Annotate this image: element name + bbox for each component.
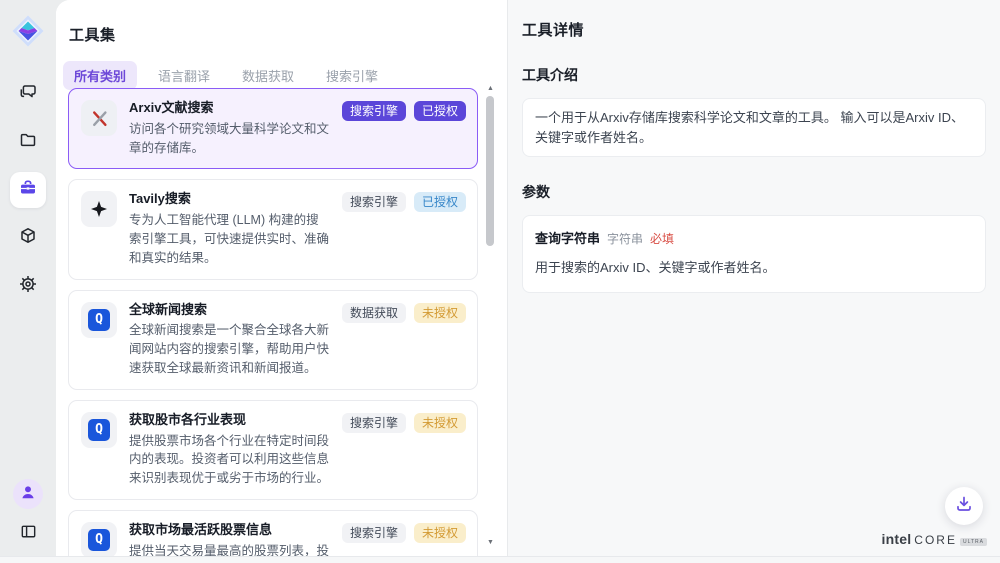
auth-badge: 已授权 <box>414 192 466 212</box>
tool-card[interactable]: Q 获取市场最活跃股票信息 提供当天交易量最高的股票列表，投资者可以利用这些信息… <box>68 510 478 556</box>
intro-box: 一个用于从Arxiv存储库搜索科学论文和文章的工具。 输入可以是Arxiv ID… <box>522 98 986 157</box>
category-badge: 搜索引擎 <box>342 192 406 212</box>
nav-chat[interactable] <box>10 76 46 112</box>
auth-badge: 未授权 <box>414 413 466 433</box>
param-box: 查询字符串 字符串 必填 用于搜索的Arxiv ID、关键字或作者姓名。 <box>522 215 986 293</box>
download-button[interactable] <box>945 487 983 525</box>
tool-detail-panel: 工具详情 工具介绍 一个用于从Arxiv存储库搜索科学论文和文章的工具。 输入可… <box>507 0 1000 556</box>
param-name: 查询字符串 <box>535 229 600 249</box>
nav-settings[interactable] <box>10 268 46 304</box>
chat-icon <box>18 82 38 107</box>
tool-description: 专为人工智能代理 (LLM) 构建的搜索引擎工具，可快速提供实时、准确和真实的结… <box>129 211 330 267</box>
params-heading: 参数 <box>522 182 986 202</box>
tool-card[interactable]: Tavily搜索 专为人工智能代理 (LLM) 构建的搜索引擎工具，可快速提供实… <box>68 179 478 279</box>
rail-nav <box>10 76 46 304</box>
tab-2[interactable]: 数据获取 <box>231 61 305 90</box>
param-description: 用于搜索的Arxiv ID、关键字或作者姓名。 <box>535 258 973 278</box>
left-rail <box>0 0 56 563</box>
category-badge: 搜索引擎 <box>342 413 406 433</box>
param-type: 字符串 <box>607 230 643 248</box>
tool-title: 全球新闻搜索 <box>129 302 330 319</box>
content-shell: 工具集 所有类别语言翻译数据获取搜索引擎 Arxiv文献搜索 访问各个研究领域大… <box>56 0 1000 556</box>
q-search-icon: Q <box>81 412 117 448</box>
intel-wordmark: intel <box>882 531 912 547</box>
detail-title: 工具详情 <box>522 19 986 40</box>
tool-card[interactable]: Q 获取股市各行业表现 提供股票市场各个行业在特定时间段内的表现。投资者可以利用… <box>68 400 478 500</box>
category-badge: 搜索引擎 <box>342 523 406 543</box>
tool-description: 提供股票市场各个行业在特定时间段内的表现。投资者可以利用这些信息来识别表现优于或… <box>129 432 330 488</box>
arxiv-x-icon <box>81 100 117 136</box>
bottom-strip <box>0 556 1000 563</box>
tab-1[interactable]: 语言翻译 <box>147 61 221 90</box>
param-head: 查询字符串 字符串 必填 <box>535 229 973 249</box>
intel-core-logo: intel core ultra <box>882 531 987 547</box>
user-avatar-icon <box>19 483 37 506</box>
tool-title: Tavily搜索 <box>129 191 330 208</box>
intro-text: 一个用于从Arxiv存储库搜索科学论文和文章的工具。 输入可以是Arxiv ID… <box>535 110 964 145</box>
tab-0[interactable]: 所有类别 <box>63 61 137 90</box>
rail-bottom <box>13 479 43 549</box>
nav-models[interactable] <box>10 220 46 256</box>
intro-heading: 工具介绍 <box>522 65 986 85</box>
tool-title: 获取市场最活跃股票信息 <box>129 522 330 539</box>
download-icon <box>954 494 974 519</box>
toolbox-icon <box>18 178 38 203</box>
panel-toggle-icon <box>19 522 38 546</box>
auth-badge: 已授权 <box>414 101 466 121</box>
tool-description: 提供当天交易量最高的股票列表，投资者可以利用这些信息来识别流动性强的股票和潜在的… <box>129 542 330 556</box>
scrollbar-thumb[interactable] <box>486 96 494 246</box>
tab-3[interactable]: 搜索引擎 <box>315 61 389 90</box>
q-search-icon: Q <box>81 302 117 338</box>
category-badge: 数据获取 <box>342 303 406 323</box>
tool-list-panel: 工具集 所有类别语言翻译数据获取搜索引擎 Arxiv文献搜索 访问各个研究领域大… <box>56 0 507 556</box>
auth-badge: 未授权 <box>414 303 466 323</box>
tool-description: 全球新闻搜索是一个聚合全球各大新闻网站内容的搜索引擎，帮助用户快速获取全球最新资… <box>129 321 330 377</box>
ultra-badge: ultra <box>960 538 987 546</box>
app-logo <box>9 12 47 50</box>
core-wordmark: core <box>914 533 957 547</box>
nav-files[interactable] <box>10 124 46 160</box>
four-point-star-icon <box>81 191 117 227</box>
scroll-up-arrow[interactable]: ▲ <box>485 84 496 94</box>
nav-tools[interactable] <box>10 172 46 208</box>
collapse-panel-button[interactable] <box>13 519 43 549</box>
page-title: 工具集 <box>69 24 507 45</box>
q-search-icon: Q <box>81 522 117 556</box>
category-tabs: 所有类别语言翻译数据获取搜索引擎 <box>63 61 507 90</box>
auth-badge: 未授权 <box>414 523 466 543</box>
tool-description: 访问各个研究领域大量科学论文和文章的存储库。 <box>129 120 330 158</box>
cube-icon <box>18 226 38 251</box>
user-avatar[interactable] <box>13 479 43 509</box>
gear-icon <box>18 274 38 299</box>
list-scrollbar[interactable]: ▲ ▼ <box>485 84 496 548</box>
category-badge: 搜索引擎 <box>342 101 406 121</box>
param-required-badge: 必填 <box>650 230 674 248</box>
scroll-down-arrow[interactable]: ▼ <box>485 538 496 548</box>
tool-card[interactable]: Q 全球新闻搜索 全球新闻搜索是一个聚合全球各大新闻网站内容的搜索引擎，帮助用户… <box>68 290 478 390</box>
tool-card[interactable]: Arxiv文献搜索 访问各个研究领域大量科学论文和文章的存储库。 搜索引擎 已授… <box>68 88 478 169</box>
tool-title: 获取股市各行业表现 <box>129 412 330 429</box>
tool-title: Arxiv文献搜索 <box>129 100 330 117</box>
folder-icon <box>18 130 38 155</box>
tool-cards-list: Arxiv文献搜索 访问各个研究领域大量科学论文和文章的存储库。 搜索引擎 已授… <box>68 88 478 556</box>
